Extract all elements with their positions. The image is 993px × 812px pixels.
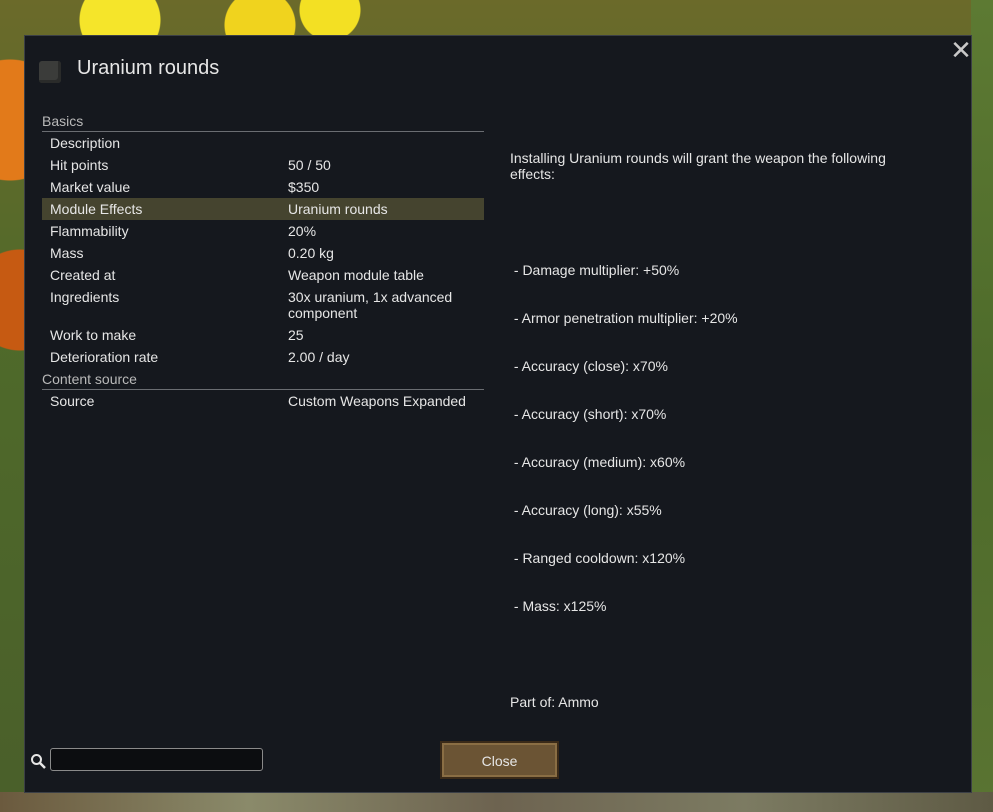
stat-row-module-effects[interactable]: Module Effects Uranium rounds	[42, 198, 484, 220]
description-panel: Installing Uranium rounds will grant the…	[510, 118, 930, 742]
section-basics: Basics Description Hit points 50 / 50 Ma…	[42, 112, 484, 368]
stat-value: 0.20 kg	[288, 245, 334, 261]
magnifier-icon	[31, 754, 46, 769]
item-info-dialog: ✕ Uranium rounds Basics Description Hit …	[24, 35, 972, 793]
stat-label: Ingredients	[50, 289, 120, 305]
stat-value: Custom Weapons Expanded	[288, 393, 466, 409]
terrain-bottom	[0, 792, 993, 812]
stat-value: Uranium rounds	[288, 201, 388, 217]
search-input[interactable]	[50, 748, 263, 771]
close-button[interactable]: Close	[440, 741, 559, 779]
ammo-item-icon	[39, 61, 61, 83]
stat-value: $350	[288, 179, 320, 195]
effect-line: - Accuracy (close): x70%	[510, 358, 668, 374]
stat-value: 50 / 50	[288, 157, 331, 173]
stat-value: 25	[288, 327, 304, 343]
stat-row-market-value[interactable]: Market value $350	[42, 176, 484, 198]
stat-label: Deterioration rate	[50, 349, 159, 365]
section-header: Basics	[42, 112, 484, 132]
stat-row-description[interactable]: Description	[42, 132, 484, 154]
effect-line: - Armor penetration multiplier: +20%	[510, 310, 738, 326]
effect-line: - Accuracy (short): x70%	[510, 406, 667, 422]
stat-label: Description	[50, 135, 121, 151]
stat-row-deterioration-rate[interactable]: Deterioration rate 2.00 / day	[42, 346, 484, 368]
stats-panel: Basics Description Hit points 50 / 50 Ma…	[42, 110, 484, 412]
stat-label: Mass	[50, 245, 84, 261]
dialog-title: Uranium rounds	[77, 57, 220, 79]
description-intro: Installing Uranium rounds will grant the…	[510, 150, 890, 182]
stat-label: Module Effects	[50, 201, 143, 217]
stat-value: Weapon module table	[288, 267, 424, 283]
stat-row-flammability[interactable]: Flammability 20%	[42, 220, 484, 242]
effect-line: - Accuracy (long): x55%	[510, 502, 662, 518]
stat-value	[288, 135, 484, 151]
close-x-icon[interactable]: ✕	[950, 37, 972, 63]
stat-label: Work to make	[50, 327, 137, 343]
stat-row-mass[interactable]: Mass 0.20 kg	[42, 242, 484, 264]
terrain-edge	[971, 0, 993, 812]
effect-line: - Accuracy (medium): x60%	[510, 454, 686, 470]
stat-label: Market value	[50, 179, 131, 195]
stat-row-hit-points[interactable]: Hit points 50 / 50	[42, 154, 484, 176]
section-header: Content source	[42, 370, 484, 390]
stat-label: Hit points	[50, 157, 109, 173]
stat-value: 2.00 / day	[288, 349, 350, 365]
stat-label: Flammability	[50, 223, 129, 239]
stat-row-source[interactable]: Source Custom Weapons Expanded	[42, 390, 484, 412]
stat-label: Created at	[50, 267, 116, 283]
part-of-text: Part of: Ammo	[510, 694, 599, 710]
section-content-source: Content source Source Custom Weapons Exp…	[42, 370, 484, 412]
effect-line: - Ranged cooldown: x120%	[510, 550, 686, 566]
stat-value: 30x uranium, 1x advanced component	[288, 289, 453, 321]
stat-label: Source	[50, 393, 95, 409]
stat-row-work-to-make[interactable]: Work to make 25	[42, 324, 484, 346]
stat-value: 20%	[288, 223, 317, 239]
effect-line: - Damage multiplier: +50%	[510, 262, 680, 278]
effect-line: - Mass: x125%	[510, 598, 607, 614]
stat-row-created-at[interactable]: Created at Weapon module table	[42, 264, 484, 286]
stat-row-ingredients[interactable]: Ingredients 30x uranium, 1x advanced com…	[42, 286, 484, 324]
